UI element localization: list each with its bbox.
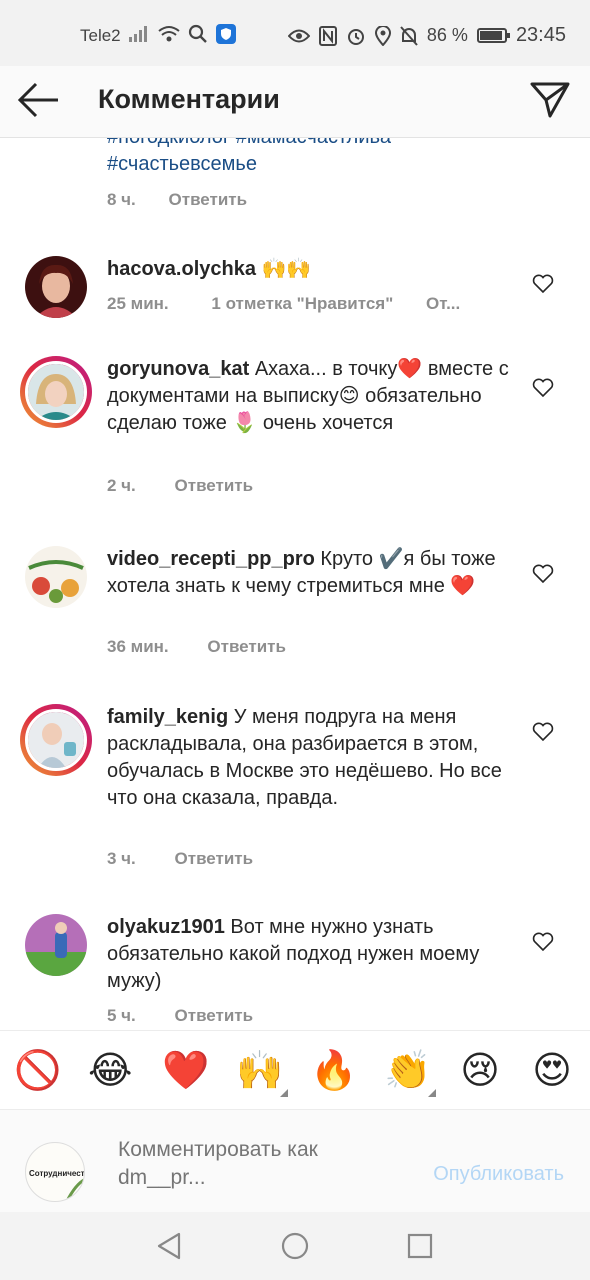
avatar-story-ring[interactable] [20, 704, 92, 776]
comment-username[interactable]: family_kenig [107, 706, 228, 728]
emoji-raised-hands-wrap[interactable]: 🙌 [236, 1049, 288, 1097]
heart-icon[interactable] [532, 564, 554, 584]
alarm-icon [347, 28, 364, 45]
comment-text: goryunova_kat Ахаха... в точку❤️ вместе … [107, 356, 519, 437]
comment-text: video_recepti_pp_pro Круто ✔️я бы тоже х… [107, 546, 519, 600]
nav-recents-icon[interactable] [407, 1233, 433, 1259]
comment-meta: 2 ч. Ответить [107, 476, 253, 496]
comment-time: 3 ч. [107, 849, 136, 868]
emoji-heart[interactable]: ❤️ [162, 1049, 209, 1093]
comment-username[interactable]: video_recepti_pp_pro [107, 548, 315, 570]
comment-meta: 8 ч. Ответить [107, 190, 247, 210]
comment-meta: 3 ч. Ответить [107, 849, 253, 869]
comment-composer: Сотрудничество Опубликовать [0, 1110, 590, 1212]
reply-button[interactable]: Ответить [207, 637, 286, 656]
reply-button[interactable]: Ответить [175, 849, 254, 868]
hashtag-line[interactable]: #погодкиолог #мамасчастлива [107, 138, 391, 151]
comment-username[interactable]: hacova.olychka [107, 258, 256, 280]
comment-text: family_kenig У меня подруга на меня раск… [107, 704, 519, 812]
avatar[interactable] [25, 914, 87, 976]
skin-tone-indicator-icon [428, 1089, 436, 1097]
eye-icon [287, 29, 310, 42]
comment-text: hacova.olychka 🙌🙌 [107, 256, 519, 283]
emoji-clap-wrap[interactable]: 👏 [384, 1049, 436, 1097]
emoji-fire[interactable]: 🔥 [310, 1049, 357, 1093]
comment-meta: 36 мин. Ответить [107, 637, 286, 657]
heart-icon[interactable] [532, 722, 554, 742]
comment-time: 2 ч. [107, 476, 136, 495]
avatar [25, 361, 87, 423]
comment-text: olyakuz1901 Вот мне нужно узнать обязате… [107, 914, 519, 995]
back-arrow-icon[interactable] [16, 80, 62, 120]
nfc-icon [318, 25, 337, 46]
app-header: Комментарии [0, 66, 590, 138]
comment-username[interactable]: olyakuz1901 [107, 916, 225, 938]
direct-message-icon[interactable] [528, 78, 572, 122]
heart-icon[interactable] [532, 274, 554, 294]
location-icon [374, 25, 391, 46]
likes-count[interactable]: 1 отметка "Нравится" [211, 294, 393, 313]
reply-button[interactable]: Ответить [175, 476, 254, 495]
comment-username[interactable]: goryunova_kat [107, 358, 249, 380]
carrier-label: Tele2 [80, 26, 121, 45]
emoji-heart-eyes[interactable]: 😍 [530, 1049, 574, 1093]
emoji-crying[interactable]: 😢 [458, 1049, 502, 1093]
avatar-story-ring[interactable] [20, 356, 92, 428]
shield-app-icon [216, 24, 236, 44]
heart-icon[interactable] [532, 378, 554, 398]
system-nav-bar [0, 1212, 590, 1280]
comment-time: 25 мин. [107, 294, 169, 313]
comment-meta: 5 ч. Ответить [107, 1006, 253, 1026]
my-avatar: Сотрудничество [25, 1142, 85, 1202]
status-bar: Tele2 86 % 23:45 [0, 0, 590, 66]
mute-bell-icon [400, 25, 418, 46]
search-icon [188, 24, 207, 43]
emoji-clap[interactable]: 👏 [384, 1049, 431, 1093]
emoji-raised-hands[interactable]: 🙌 [236, 1049, 283, 1093]
comment-meta: 25 мин. 1 отметка "Нравится" От... [107, 294, 460, 314]
wifi-icon [158, 26, 180, 42]
comment-time: 36 мин. [107, 637, 169, 656]
emoji-no-entry[interactable]: 🚫 [14, 1049, 61, 1093]
avatar[interactable] [25, 546, 87, 608]
comment-time: 8 ч. [107, 190, 136, 209]
reply-button[interactable]: От... [426, 294, 460, 313]
signal-icon [129, 26, 147, 42]
reply-button[interactable]: Ответить [169, 190, 248, 209]
comment-input[interactable] [118, 1136, 388, 1192]
emoji-joy[interactable]: 😂 [88, 1049, 132, 1093]
comment-body: 🙌🙌 [261, 258, 312, 280]
hashtag-line[interactable]: #счастьевсемье [107, 151, 257, 178]
battery-icon [476, 28, 510, 43]
comment-time: 5 ч. [107, 1006, 136, 1025]
skin-tone-indicator-icon [280, 1089, 288, 1097]
reply-button[interactable]: Ответить [175, 1006, 254, 1025]
comments-list[interactable]: #погодкиолог #мамасчастлива #счастьевсем… [0, 138, 590, 1030]
clock: 23:45 [515, 24, 566, 46]
battery-percent: 86 % [426, 25, 468, 45]
publish-button[interactable]: Опубликовать [433, 1163, 564, 1186]
avatar[interactable] [25, 256, 87, 318]
emoji-bar: 🚫 😂 ❤️ 🙌 🔥 👏 😢 😍 [0, 1030, 590, 1110]
nav-back-icon[interactable] [156, 1232, 182, 1260]
avatar [25, 709, 87, 771]
page-title: Комментарии [98, 84, 280, 114]
avatar-label: Сотрудничество [29, 1169, 85, 1178]
heart-icon[interactable] [532, 932, 554, 952]
nav-home-icon[interactable] [281, 1232, 309, 1260]
